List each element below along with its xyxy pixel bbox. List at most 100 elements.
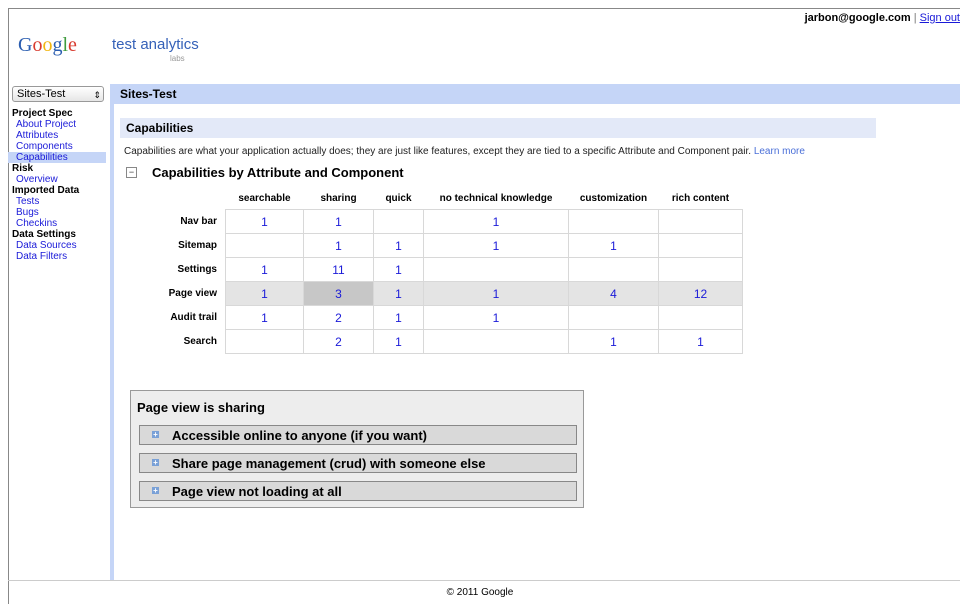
logo-letter: e [68,34,77,56]
sidebar-item-tests[interactable]: Tests [12,196,106,207]
footer-copyright: © 2011 Google [446,587,514,598]
grid-cell[interactable]: 1 [225,305,304,330]
sidebar-heading: Project Spec [12,108,73,119]
grid-cell[interactable] [658,305,743,330]
grid-cell[interactable]: 1 [373,281,424,306]
grid-cell[interactable] [658,209,743,234]
grid-cell[interactable]: 1 [373,233,424,258]
capability-item-label: Share page management (crud) with someon… [172,456,486,471]
grid-cell[interactable]: 2 [303,329,374,354]
grid-cell[interactable]: 2 [303,305,374,330]
grid-cell[interactable]: 1 [303,209,374,234]
capability-item-label: Accessible online to anyone (if you want… [172,428,427,443]
logo-letter: G [18,34,33,56]
account-bar: jarbon@google.com | Sign out [805,12,960,24]
sidebar-item-overview[interactable]: Overview [12,174,106,185]
product-name: test analytics [112,36,199,53]
capabilities-title: Capabilities [126,121,194,135]
grid-cell[interactable] [423,257,569,282]
grid-cell[interactable]: 1 [225,209,304,234]
footer-divider [8,580,960,581]
grid-cell[interactable] [373,209,424,234]
grid-cell[interactable]: 1 [373,329,424,354]
grid-cell[interactable] [225,329,304,354]
column-header: sharing [320,193,357,204]
separator: | [913,12,917,24]
sidebar-nav: Project Spec About Project Attributes Co… [8,108,106,262]
capability-item-label: Page view not loading at all [172,484,342,499]
grid-cell[interactable]: 4 [568,281,659,306]
grid-cell[interactable]: 1 [658,329,743,354]
grid-cell[interactable]: 1 [303,233,374,258]
capabilities-description: Capabilities are what your application a… [124,146,805,157]
grid-cell[interactable]: 1 [423,305,569,330]
description-text: Capabilities are what your application a… [124,146,752,157]
column-header: customization [579,193,648,204]
grid-cell-selected[interactable]: 3 [303,281,374,306]
row-label: Page view [168,288,217,299]
learn-more-link[interactable]: Learn more [754,146,805,157]
sidebar-item-components[interactable]: Components [12,141,106,152]
column-header: no technical knowledge [439,193,553,204]
logo-letter: o [32,34,43,56]
table-row-highlighted: Page view 1 3 1 1 4 12 [138,281,743,306]
select-arrows-icon: ⇕ [93,90,101,100]
sidebar-item-bugs[interactable]: Bugs [12,207,106,218]
grid-cell[interactable]: 1 [423,233,569,258]
table-row: Sitemap 1 1 1 1 [138,233,743,258]
table-row: Nav bar 1 1 1 [138,209,743,234]
project-header: Sites-Test [110,84,960,104]
grid-cell[interactable]: 1 [568,329,659,354]
site-select-value: Sites-Test [17,88,66,100]
expand-icon[interactable]: + [152,487,159,495]
grid-cell[interactable]: 1 [225,257,304,282]
panel-title: Page view is sharing [137,400,265,415]
grid-cell[interactable] [225,233,304,258]
table-row: Settings 1 11 1 [138,257,743,282]
grid-cell[interactable] [658,233,743,258]
grid-cell[interactable]: 1 [373,257,424,282]
grid-cell[interactable]: 1 [373,305,424,330]
grid-cell[interactable]: 11 [303,257,374,282]
capability-item[interactable]: + Accessible online to anyone (if you wa… [139,425,577,445]
grid-cell[interactable] [568,305,659,330]
sidebar-item-attributes[interactable]: Attributes [12,130,106,141]
grid-cell[interactable] [568,209,659,234]
sidebar-item-about-project[interactable]: About Project [12,119,106,130]
grid-cell[interactable] [568,257,659,282]
column-header: searchable [238,193,291,204]
expand-icon[interactable]: + [152,459,159,467]
labs-label: labs [170,54,185,63]
grid-cell[interactable]: 12 [658,281,743,306]
project-title: Sites-Test [120,87,177,101]
row-label: Nav bar [180,216,217,227]
sidebar-item-data-filters[interactable]: Data Filters [12,251,106,262]
table-row: Search 2 1 1 1 [138,329,743,354]
sidebar-item-capabilities[interactable]: Capabilities [8,152,106,163]
capability-item[interactable]: + Page view not loading at all [139,481,577,501]
site-select[interactable]: Sites-Test ⇕ [12,86,104,102]
sidebar-item-checkins[interactable]: Checkins [12,218,106,229]
sidebar-heading: Imported Data [12,185,80,196]
capability-detail-panel: Page view is sharing + Accessible online… [130,390,584,508]
capability-item[interactable]: + Share page management (crud) with some… [139,453,577,473]
sidebar-heading: Data Settings [12,229,76,240]
grid-cell[interactable]: 1 [225,281,304,306]
sign-out-link[interactable]: Sign out [920,12,960,24]
column-header: quick [385,193,412,204]
user-email: jarbon@google.com [804,12,911,24]
grid-cell[interactable]: 1 [568,233,659,258]
google-logo[interactable]: Google [18,34,77,57]
capabilities-header: Capabilities [120,118,876,138]
capabilities-grid: searchable sharing quick no technical kn… [138,188,743,354]
grid-cell[interactable]: 1 [423,281,569,306]
row-label: Search [183,336,217,347]
collapse-icon[interactable]: − [126,167,137,178]
grid-cell[interactable] [658,257,743,282]
row-label: Sitemap [178,240,217,251]
grid-cell[interactable]: 1 [423,209,569,234]
sidebar-item-data-sources[interactable]: Data Sources [12,240,106,251]
sidebar-heading: Risk [12,163,34,174]
expand-icon[interactable]: + [152,431,159,439]
grid-cell[interactable] [423,329,569,354]
